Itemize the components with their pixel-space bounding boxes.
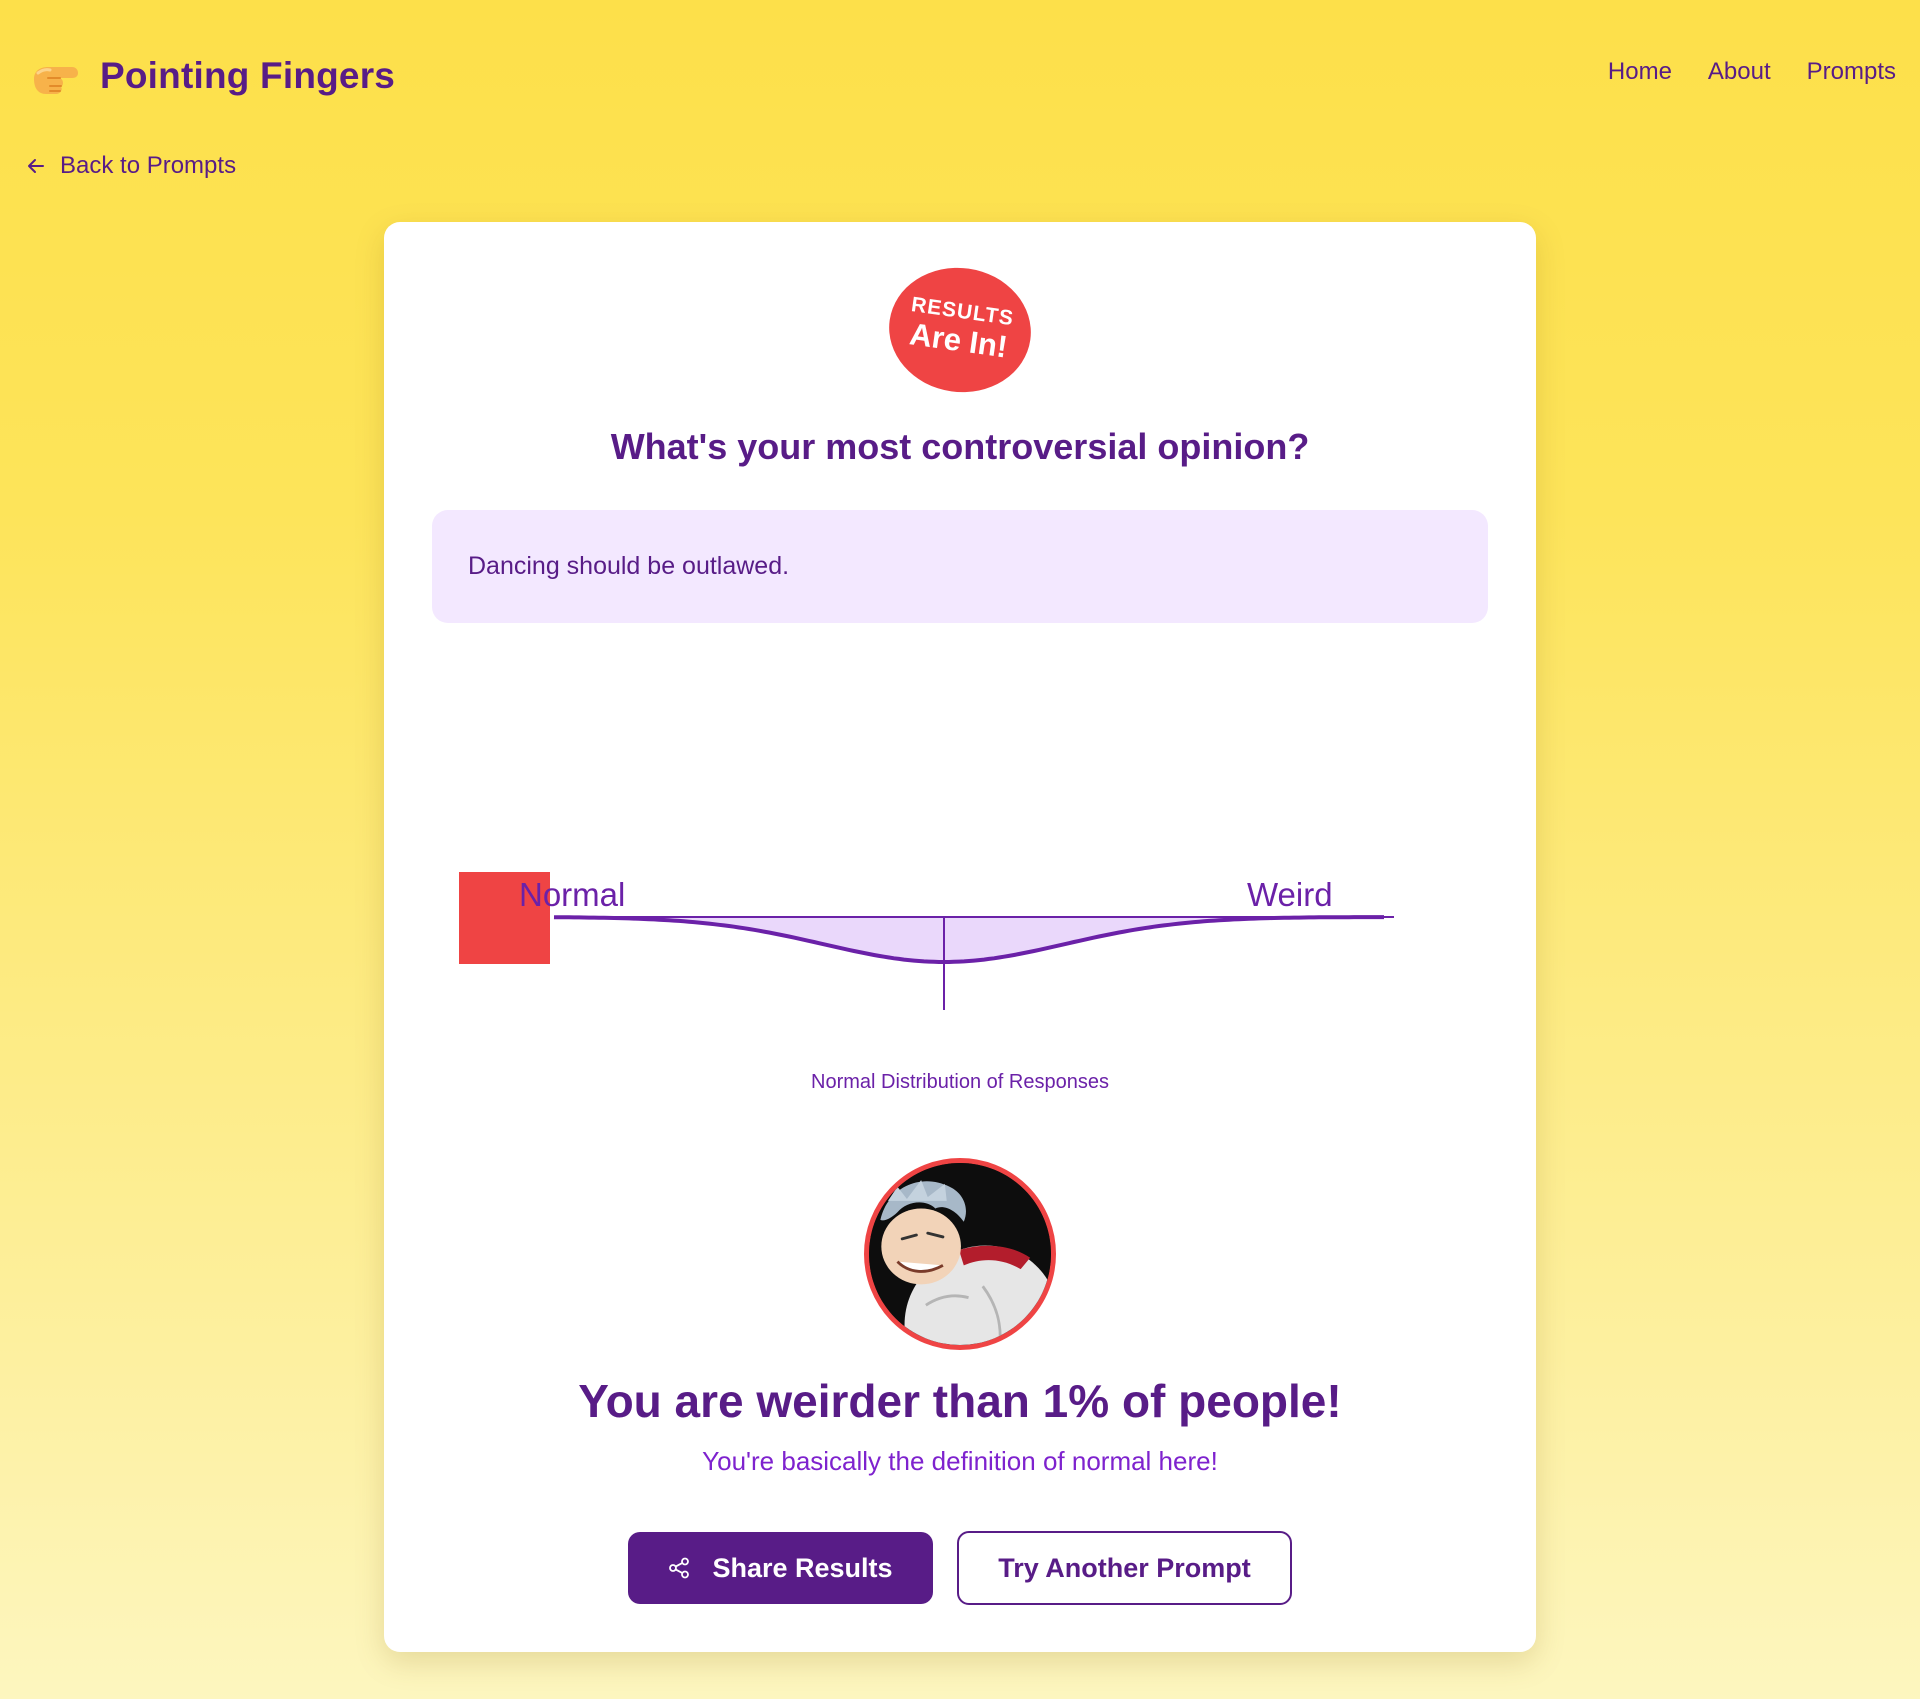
curve-fill (554, 917, 1384, 962)
answer-text: Dancing should be outlawed. (468, 552, 790, 580)
back-link-label: Back to Prompts (60, 152, 237, 179)
result-subtitle: You're basically the definition of norma… (702, 1446, 1218, 1476)
label-weird: Weird (1247, 876, 1333, 913)
user-answer: Dancing should be outlawed. (432, 510, 1488, 623)
nav-about[interactable]: About (1708, 58, 1771, 86)
avatar (864, 1158, 1056, 1350)
pointing-finger-icon (34, 67, 78, 94)
site-header: Pointing Fingers Home About Prompts (0, 0, 1920, 150)
share-button-label: Share Results (712, 1552, 893, 1583)
label-normal: Normal (519, 876, 625, 913)
prompt-question: What's your most controversial opinion? (610, 426, 1310, 467)
try-another-prompt-button[interactable]: Try Another Prompt (957, 1531, 1292, 1605)
back-to-prompts-link[interactable]: Back to Prompts (26, 152, 236, 180)
arrow-left-icon (28, 159, 44, 173)
brand-name: Pointing Fingers (100, 55, 396, 96)
nav-prompts[interactable]: Prompts (1807, 58, 1896, 86)
brand[interactable]: Pointing Fingers (28, 48, 395, 104)
nav-home[interactable]: Home (1608, 58, 1672, 86)
distribution-chart: Normal Weird (459, 872, 1394, 1010)
results-badge: RESULTS Are In! (881, 258, 1039, 402)
results-card: RESULTS Are In! What's your most controv… (384, 222, 1536, 1652)
result-title: You are weirder than 1% of people! (578, 1375, 1342, 1427)
share-icon (669, 1557, 690, 1579)
chart-caption: Normal Distribution of Responses (811, 1071, 1109, 1093)
main-nav: Home About Prompts (1608, 58, 1896, 86)
share-results-button[interactable]: Share Results (628, 1532, 933, 1604)
try-button-label: Try Another Prompt (998, 1552, 1251, 1583)
character-avatar-image (869, 1163, 1051, 1345)
